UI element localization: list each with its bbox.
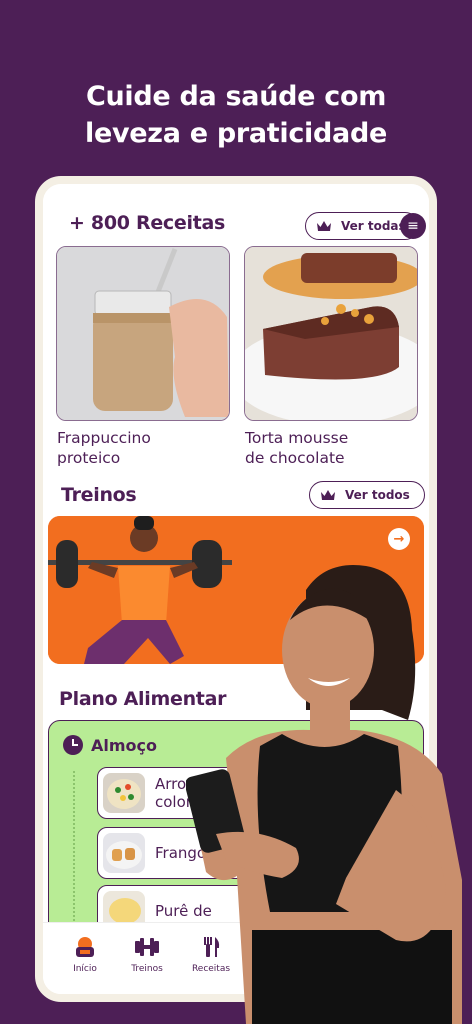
meal-name: Almoço — [91, 735, 158, 755]
crown-icon — [317, 221, 331, 231]
recipes-title: + 800 Receitas — [69, 212, 226, 234]
chocolate-mousse-image — [245, 247, 417, 420]
frappuccino-image — [57, 247, 229, 420]
woman-with-phone-image — [186, 560, 472, 1024]
recipes-see-all-label: Ver todas — [341, 219, 406, 233]
recipe-label-chocolate-mousse: Torta mousse de chocolate — [245, 428, 425, 468]
recipe-label-line: de chocolate — [245, 449, 345, 467]
headline-line-2: leveza e praticidade — [85, 118, 387, 149]
headline: Cuide da saúde com leveza e praticidade — [0, 78, 472, 152]
workouts-see-all-label: Ver todos — [345, 488, 410, 502]
meal-header: Almoço — [63, 735, 157, 755]
tab-inicio[interactable]: Início — [55, 935, 115, 974]
crown-icon — [321, 490, 335, 500]
recipe-label-line: Torta mousse — [245, 429, 349, 447]
tab-label: Treinos — [131, 964, 163, 974]
menu-icon[interactable]: ≡ — [400, 213, 426, 239]
recipe-label-line: proteico — [57, 449, 121, 467]
recipe-label-frappuccino: Frappuccino proteico — [57, 428, 237, 468]
clock-icon — [63, 735, 83, 755]
arrow-right-icon[interactable]: → — [388, 528, 410, 550]
meal-thumbnail — [103, 833, 145, 873]
meal-thumbnail — [103, 773, 145, 813]
headline-line-1: Cuide da saúde com — [85, 81, 387, 112]
workouts-see-all-button[interactable]: Ver todos — [309, 481, 425, 509]
home-hat-icon — [55, 935, 115, 959]
tab-label: Início — [73, 964, 97, 974]
recipe-label-line: Frappuccino — [57, 429, 151, 447]
recipe-card-chocolate-mousse[interactable] — [244, 246, 418, 421]
recipe-card-frappuccino[interactable] — [56, 246, 230, 421]
workouts-title: Treinos — [61, 484, 137, 506]
dumbbell-icon — [117, 935, 177, 959]
tab-treinos[interactable]: Treinos — [117, 935, 177, 974]
